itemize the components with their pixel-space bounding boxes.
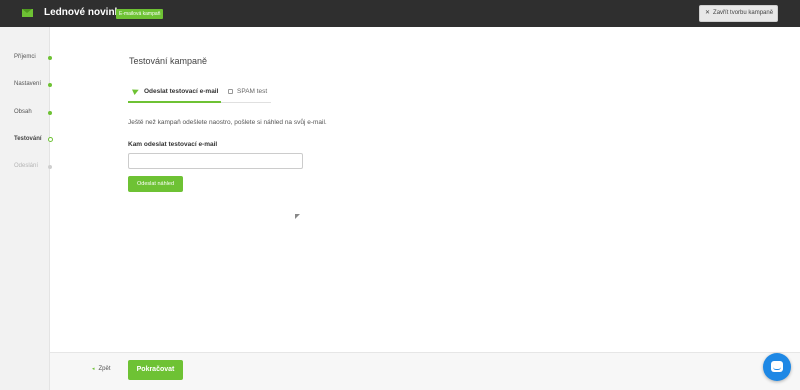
close-campaign-button[interactable]: ✕ Zavřít tvorbu kampaně	[699, 5, 778, 22]
continue-button[interactable]: Pokračovat	[128, 360, 183, 380]
step-sending: Odeslání	[14, 163, 39, 169]
send-icon	[132, 87, 140, 95]
step-done-dot	[48, 82, 52, 87]
step-settings[interactable]: Nastavení	[14, 81, 41, 87]
step-testing[interactable]: Testování	[14, 136, 42, 142]
campaign-title: Lednové novinky	[44, 7, 126, 18]
email-field-label: Kam odeslat testovací e-mail	[128, 141, 218, 148]
chevron-left-icon: ◂	[92, 366, 95, 372]
top-bar: Lednové novinky E-mailová kampaň ✕ Zavřít…	[0, 0, 800, 27]
close-icon: ✕	[705, 10, 711, 16]
active-tab-indicator	[128, 101, 221, 103]
mouse-cursor-icon	[295, 214, 300, 219]
step-disabled-dot	[48, 164, 52, 169]
step-done-dot	[48, 110, 52, 115]
send-preview-button[interactable]: Odeslat náhled	[128, 176, 183, 192]
step-content[interactable]: Obsah	[14, 109, 32, 115]
back-link[interactable]: ◂ Zpět	[92, 366, 111, 372]
campaign-type-badge: E-mailová kampaň	[116, 9, 164, 19]
email-logo-icon	[22, 9, 33, 17]
intro-text: Ještě než kampaň odešlete naostro, pošle…	[128, 119, 327, 126]
test-email-input[interactable]	[128, 153, 303, 169]
page-title: Testování kampaně	[129, 56, 208, 66]
tab-divider	[221, 102, 271, 103]
back-label: Zpět	[98, 366, 111, 372]
tab-send-label: Odeslat testovací e-mail	[144, 88, 219, 95]
spam-icon	[228, 89, 233, 94]
step-done-dot	[48, 55, 52, 60]
tab-send-test-email[interactable]: Odeslat testovací e-mail	[132, 87, 219, 95]
close-campaign-label: Zavřít tvorbu kampaně	[713, 10, 774, 16]
step-current-dot	[47, 137, 53, 142]
step-recipients[interactable]: Příjemci	[14, 54, 36, 60]
tab-spam-label: SPAM test	[237, 88, 268, 95]
chat-icon[interactable]	[763, 353, 791, 381]
tab-spam-test[interactable]: SPAM test	[228, 88, 267, 95]
